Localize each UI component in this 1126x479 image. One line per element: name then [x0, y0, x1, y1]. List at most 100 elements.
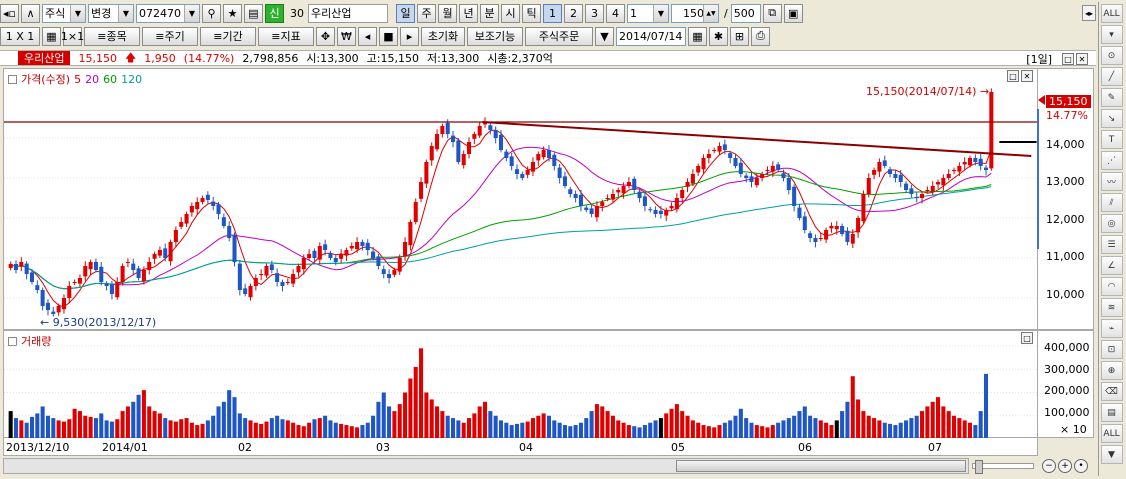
- line-icon[interactable]: ╱: [1100, 67, 1123, 86]
- zoom-out-icon[interactable]: −: [1042, 459, 1056, 473]
- zoom-fit-icon[interactable]: •: [1074, 459, 1088, 473]
- reset-button[interactable]: 초기화: [421, 26, 465, 46]
- star-icon[interactable]: ★: [223, 3, 242, 23]
- all-tools-icon[interactable]: ALL: [1100, 4, 1123, 23]
- candle-body: [440, 126, 445, 134]
- cycle-button[interactable]: ≡ 주기: [142, 26, 198, 46]
- pattern-tool-icon[interactable]: ⌁: [1100, 319, 1123, 338]
- ma-line: [10, 171, 992, 290]
- volume-chart-pane[interactable]: 거래량 □: [3, 330, 1039, 439]
- scroll-down-icon[interactable]: ▼: [1100, 445, 1123, 464]
- gear-icon[interactable]: ✱: [709, 26, 728, 46]
- indicator-button[interactable]: ≡ 지표: [258, 26, 314, 46]
- period-week-button[interactable]: 주: [417, 3, 436, 23]
- angle-tool-icon[interactable]: ∠: [1100, 256, 1123, 275]
- zoom-controls: − + •: [972, 458, 1096, 474]
- scroll-thumb[interactable]: [676, 460, 966, 472]
- price-chart-pane[interactable]: 가격(수정) 5 20 60 120 □ ✕ 15,150(2014/07/14…: [3, 68, 1039, 330]
- action-select[interactable]: 변경 ▼: [88, 3, 134, 23]
- delete-all-icon[interactable]: ALL: [1100, 424, 1123, 443]
- eraser-icon[interactable]: ⌫: [1100, 382, 1123, 401]
- candle-body: [403, 242, 408, 257]
- volume-bar: [536, 415, 541, 439]
- calendar-list-icon[interactable]: ▤: [244, 3, 263, 23]
- volume-bar: [754, 425, 759, 439]
- expand-left-button[interactable]: ◂▫: [0, 3, 19, 23]
- layout-button[interactable]: 1 X 1: [0, 26, 40, 46]
- volume-bar: [882, 422, 887, 439]
- tool-menu-icon[interactable]: ▾: [1100, 25, 1123, 44]
- candle-body: [147, 262, 152, 270]
- interval-1-button[interactable]: 1: [543, 3, 562, 23]
- stop-icon[interactable]: ■: [379, 26, 398, 46]
- item-button[interactable]: ≡ 종목: [84, 26, 140, 46]
- fibonacci-tool-icon[interactable]: ☰: [1100, 235, 1123, 254]
- period-hour-button[interactable]: 시: [501, 3, 520, 23]
- collapse-arrows-icon[interactable]: ◂▸: [1082, 5, 1096, 21]
- zoom-slider[interactable]: [972, 460, 1034, 474]
- close-icon[interactable]: ✕: [1076, 53, 1088, 65]
- candle-body: [877, 162, 882, 172]
- market-select[interactable]: 주식 ▼: [42, 3, 86, 23]
- volume-bar: [285, 420, 290, 439]
- volume-bar: [83, 415, 88, 439]
- up-arrow-icon[interactable]: ∧: [21, 3, 40, 23]
- interval-4-button[interactable]: 4: [606, 3, 625, 23]
- prev-icon[interactable]: ◂: [358, 26, 377, 46]
- search-icon[interactable]: ⚲: [202, 3, 221, 23]
- candle-body: [328, 253, 333, 258]
- gann-tool-icon[interactable]: ≋: [1100, 298, 1123, 317]
- print-icon[interactable]: ⎙: [751, 26, 770, 46]
- volume-bar: [376, 401, 381, 439]
- grid-icon[interactable]: ▦: [42, 26, 61, 46]
- interval-3-button[interactable]: 3: [585, 3, 604, 23]
- cycle-tool-icon[interactable]: ◎: [1100, 214, 1123, 233]
- won-icon[interactable]: ₩: [337, 26, 356, 46]
- volume-bar: [291, 422, 296, 439]
- channel-tool-icon[interactable]: ⫽: [1100, 193, 1123, 212]
- grid-tool-icon[interactable]: ▤: [1100, 403, 1123, 422]
- fan-tool-icon[interactable]: ⋰: [1100, 151, 1123, 170]
- single-layout-icon[interactable]: 1×1: [61, 26, 84, 46]
- period-minute-button[interactable]: 분: [480, 3, 499, 23]
- period-year-button[interactable]: 년: [459, 3, 478, 23]
- text-tool-icon[interactable]: T: [1100, 130, 1123, 149]
- new-listing-button[interactable]: 신: [265, 3, 284, 23]
- crosshair-tool-icon[interactable]: ⊕: [1100, 361, 1123, 380]
- chevron-down-icon[interactable]: ▼: [595, 26, 614, 46]
- export-icon[interactable]: ⊞: [730, 26, 749, 46]
- stock-order-button[interactable]: 주식주문: [525, 26, 593, 46]
- interval-label: 1: [549, 6, 556, 20]
- period-month-button[interactable]: 월: [438, 3, 457, 23]
- interval-select[interactable]: 1 ▼: [627, 3, 669, 23]
- period-tick-button[interactable]: 틱: [522, 3, 541, 23]
- volume-bar: [195, 425, 200, 439]
- next-icon[interactable]: ▸: [400, 26, 419, 46]
- trend-tool-icon[interactable]: ↘: [1100, 109, 1123, 128]
- term-button[interactable]: ≡ 기간: [200, 26, 256, 46]
- interval-2-button[interactable]: 2: [564, 3, 583, 23]
- cycle-label: 주기: [164, 30, 185, 43]
- bars-total-field[interactable]: 500: [730, 3, 761, 23]
- pencil-icon[interactable]: ✎: [1100, 88, 1123, 107]
- arc-tool-icon[interactable]: ◠: [1100, 277, 1123, 296]
- zoom-in-icon[interactable]: +: [1058, 459, 1072, 473]
- aux-function-button[interactable]: 보조기능: [467, 26, 523, 46]
- bars-shown-stepper[interactable]: 150 ▲▼: [671, 3, 719, 23]
- wave-tool-icon[interactable]: 〰: [1100, 172, 1123, 191]
- magnet-icon[interactable]: ⊙: [1100, 46, 1123, 65]
- calendar-icon[interactable]: ▦: [688, 26, 707, 46]
- date-field[interactable]: 2014/07/14: [616, 26, 686, 46]
- save-icon[interactable]: ▣: [783, 3, 803, 23]
- period-day-button[interactable]: 일: [396, 3, 415, 23]
- stock-code-select[interactable]: 072470 ▼: [136, 3, 200, 23]
- candle-body: [376, 256, 381, 266]
- new-window-icon[interactable]: ⧉: [762, 3, 782, 23]
- chart-scrollbar[interactable]: [3, 458, 969, 474]
- move-cross-icon[interactable]: ✥: [316, 26, 335, 46]
- volume-bar: [952, 415, 957, 439]
- stock-name-field[interactable]: 우리산업: [308, 3, 388, 23]
- maximize-icon[interactable]: □: [1062, 53, 1074, 65]
- axis-tick: 100,000: [1044, 406, 1090, 419]
- box-tool-icon[interactable]: ⊡: [1100, 340, 1123, 359]
